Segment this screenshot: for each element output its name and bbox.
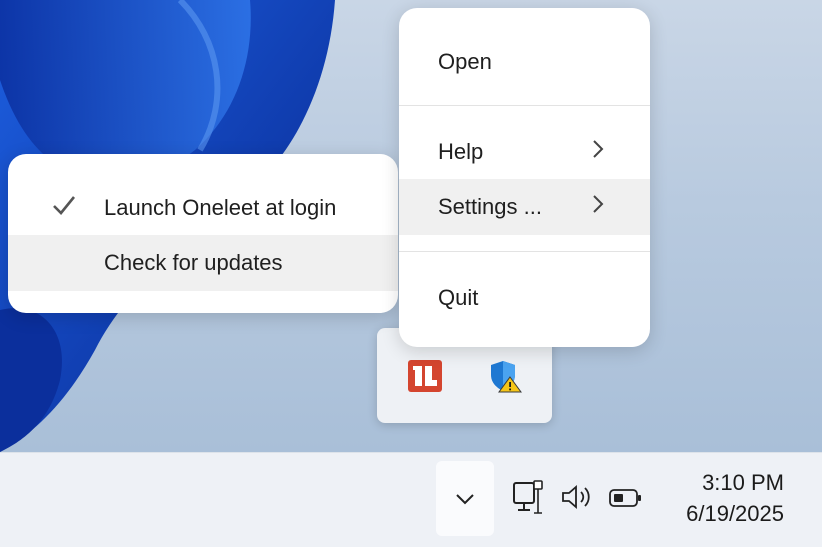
- check-for-updates-item[interactable]: Check for updates: [8, 235, 398, 291]
- help-item[interactable]: Help: [399, 124, 650, 180]
- quit-label: Quit: [438, 285, 479, 310]
- menu-separator: [399, 105, 650, 106]
- launch-at-login-label: Launch Oneleet at login: [104, 195, 337, 220]
- help-label: Help: [438, 139, 484, 164]
- chevron-right-icon: [592, 194, 604, 220]
- open-label: Open: [438, 49, 492, 74]
- launch-at-login-item[interactable]: Launch Oneleet at login: [8, 180, 398, 236]
- system-clock[interactable]: 3:10 PM 6/19/2025: [686, 467, 784, 529]
- checkmark-icon: [52, 195, 76, 221]
- oneleet-logo-icon: [408, 360, 442, 392]
- volume-icon[interactable]: [560, 483, 594, 516]
- check-for-updates-label: Check for updates: [104, 250, 283, 275]
- settings-submenu: Launch Oneleet at login Check for update…: [8, 154, 398, 313]
- quit-item[interactable]: Quit: [399, 270, 650, 326]
- desktop-wallpaper: Launch Oneleet at login Check for update…: [0, 0, 822, 452]
- clock-time: 3:10 PM: [702, 470, 784, 495]
- shield-warning-icon: [491, 361, 522, 393]
- taskbar: 3:10 PM 6/19/2025: [0, 452, 822, 547]
- oneleet-tray-icon[interactable]: [407, 358, 443, 394]
- tray-context-menu: Open Help Settings ... Quit: [399, 8, 650, 347]
- clock-date: 6/19/2025: [686, 501, 784, 526]
- show-hidden-icons-button[interactable]: [436, 461, 494, 536]
- open-item[interactable]: Open: [399, 34, 650, 90]
- windows-security-tray-icon[interactable]: [487, 358, 523, 394]
- battery-icon[interactable]: [608, 487, 644, 514]
- settings-label: Settings ...: [438, 194, 542, 219]
- network-icon[interactable]: [512, 479, 544, 520]
- chevron-down-icon: [456, 493, 474, 504]
- settings-item[interactable]: Settings ...: [399, 179, 650, 235]
- menu-separator: [399, 251, 650, 252]
- chevron-right-icon: [592, 139, 604, 165]
